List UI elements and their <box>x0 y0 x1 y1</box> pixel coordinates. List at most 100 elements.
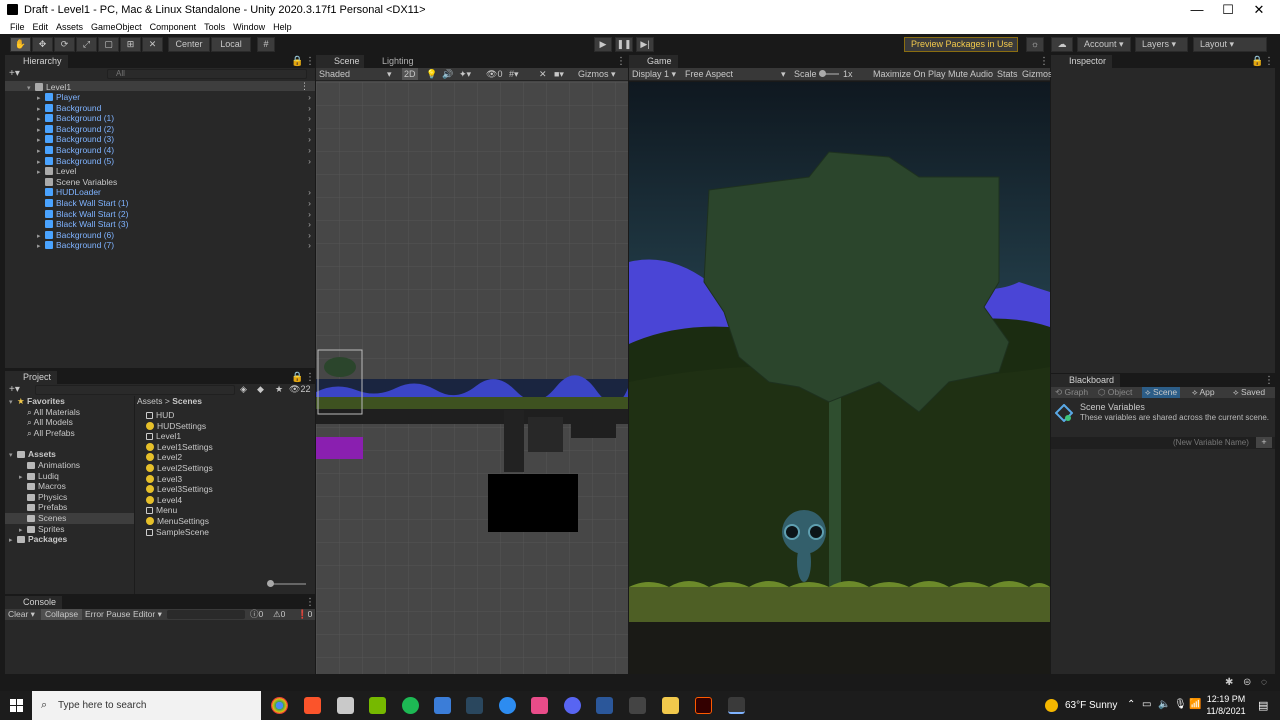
brave-icon[interactable] <box>304 697 321 714</box>
audio-toggle-icon[interactable]: 🔊 <box>442 68 453 80</box>
hidden-objects-icon[interactable]: 👁0 <box>486 68 502 80</box>
hierarchy-item[interactable]: ▸ Player › <box>5 92 315 103</box>
scope-tab-graph[interactable]: ⟲ Graph <box>1055 387 1088 398</box>
asset-folder-item[interactable]: Scenes <box>5 513 134 524</box>
menu-gameobject[interactable]: GameObject <box>87 20 146 34</box>
open-prefab-chevron-icon[interactable]: › <box>308 209 311 220</box>
clock-date[interactable]: 11/8/2021 <box>1206 706 1246 716</box>
scene-file-item[interactable]: MenuSettings <box>146 516 209 527</box>
aspect-dropdown[interactable]: Free Aspect <box>685 68 733 80</box>
display-dropdown[interactable]: Display 1 ▾ <box>632 68 676 80</box>
assets-header[interactable]: ▾ Assets <box>9 449 56 460</box>
open-prefab-chevron-icon[interactable]: › <box>308 219 311 230</box>
favorite-item[interactable]: ⌕ All Prefabs <box>27 428 75 439</box>
lock-icon[interactable]: 🔒 <box>291 56 303 67</box>
hierarchy-item[interactable]: ▸ Background (7) › <box>5 240 315 251</box>
panel-menu-icon[interactable]: ⋮ <box>305 56 315 67</box>
favorites-header[interactable]: ▾ ★ Favorites <box>9 396 65 407</box>
clock-time[interactable]: 12:19 PM <box>1206 694 1246 704</box>
breadcrumb-scenes[interactable]: Scenes <box>172 396 202 406</box>
hierarchy-item[interactable]: ▸ Background (2) › <box>5 124 315 135</box>
panel-menu-icon[interactable]: ⋮ <box>616 56 626 67</box>
pivot-local-button[interactable]: Local <box>211 37 251 52</box>
open-prefab-chevron-icon[interactable]: › <box>308 145 311 156</box>
collapse-button[interactable]: Collapse <box>41 609 83 620</box>
rotate-tool-icon[interactable]: ⟳ <box>54 37 75 52</box>
panel-menu-icon[interactable]: ⋮ <box>305 372 315 383</box>
warning-count-toggle[interactable]: ⚠0 <box>273 609 285 620</box>
lighting-toggle-icon[interactable]: 💡 <box>426 68 437 80</box>
progress-icon[interactable]: ⊜ <box>1243 677 1251 688</box>
hierarchy-item[interactable]: HUDLoader › <box>5 187 315 198</box>
scale-slider-handle[interactable] <box>819 70 826 77</box>
scene-file-item[interactable]: HUDSettings <box>146 421 206 432</box>
open-prefab-chevron-icon[interactable]: › <box>308 240 311 251</box>
open-prefab-chevron-icon[interactable]: › <box>308 124 311 135</box>
hierarchy-item[interactable]: Black Wall Start (3) › <box>5 219 315 230</box>
minimize-button[interactable]: — <box>1181 0 1213 20</box>
step-button-icon[interactable]: ▶| <box>636 37 654 52</box>
scene-file-item[interactable]: SampleScene <box>146 527 209 538</box>
favorite-star-icon[interactable]: ★ <box>275 384 283 395</box>
error-count-toggle[interactable]: ❗0 <box>297 609 312 620</box>
tab-game[interactable]: Game <box>629 55 678 68</box>
favorite-item[interactable]: ⌕ All Models <box>27 417 73 428</box>
tab-scene[interactable]: Scene <box>316 55 366 68</box>
preview-packages-dropdown[interactable]: Preview Packages in Use ▾ <box>904 37 1018 62</box>
maximize-button[interactable]: ☐ <box>1212 0 1244 20</box>
asset-folder-item[interactable]: ▸ Ludiq <box>5 471 134 482</box>
effects-toggle-icon[interactable]: ✦▾ <box>459 68 471 80</box>
scene-file-item[interactable]: Level2 <box>146 452 182 463</box>
transform-tool-icon[interactable]: ⊞ <box>120 37 141 52</box>
tab-blackboard[interactable]: Blackboard <box>1051 374 1121 387</box>
open-prefab-chevron-icon[interactable]: › <box>308 187 311 198</box>
lock-icon[interactable]: 🔒 <box>291 372 303 383</box>
menu-assets[interactable]: Assets <box>52 20 87 34</box>
weather-text[interactable]: 63°F Sunny <box>1065 700 1117 711</box>
mute-audio-toggle[interactable]: Mute Audio <box>948 68 993 80</box>
wifi-icon[interactable]: 📶 <box>1189 699 1201 710</box>
breadcrumb-assets[interactable]: Assets <box>137 396 163 406</box>
grid-snap-icon[interactable]: # <box>257 37 275 52</box>
open-prefab-chevron-icon[interactable]: › <box>308 103 311 114</box>
open-prefab-chevron-icon[interactable]: › <box>308 156 311 167</box>
hierarchy-item[interactable]: ▸ Background › <box>5 103 315 114</box>
project-search-input[interactable] <box>35 385 235 395</box>
windows-start-icon[interactable] <box>10 699 23 712</box>
steam-icon[interactable] <box>466 697 483 714</box>
scope-tab-app[interactable]: ⟡ App <box>1192 387 1215 398</box>
tab-project[interactable]: Project <box>5 371 58 384</box>
tab-console[interactable]: Console <box>5 596 63 609</box>
cloud-services-icon[interactable]: ☼ <box>1026 37 1044 52</box>
hierarchy-item[interactable]: ▸ Background (4) › <box>5 145 315 156</box>
hidden-packages-count[interactable]: 👁22 <box>289 384 310 395</box>
tools-icon[interactable]: ✕ <box>539 68 547 80</box>
pause-button-icon[interactable]: ❚❚ <box>615 37 633 52</box>
new-variable-input[interactable]: (New Variable Name) <box>1173 438 1249 447</box>
hierarchy-item[interactable]: ▸ Level <box>5 166 315 177</box>
app-icon[interactable] <box>337 697 354 714</box>
hierarchy-item[interactable]: Black Wall Start (1) › <box>5 198 315 209</box>
scene-file-item[interactable]: Level3 <box>146 474 182 485</box>
menu-help[interactable]: Help <box>269 20 296 34</box>
expand-arrow-icon[interactable]: ▸ <box>37 241 45 252</box>
nvidia-icon[interactable] <box>369 697 386 714</box>
hierarchy-search-input[interactable]: All <box>107 69 307 79</box>
layers-dropdown[interactable]: Layers ▾ <box>1135 37 1188 52</box>
filter-type-icon[interactable]: ◈ <box>240 384 247 395</box>
shading-dropdown[interactable]: Shaded <box>319 68 350 80</box>
open-prefab-chevron-icon[interactable]: › <box>308 198 311 209</box>
zoom-slider-handle[interactable] <box>267 580 274 587</box>
rect-tool-icon[interactable]: ▢ <box>98 37 119 52</box>
scope-tab-scene[interactable]: ⟡ Scene <box>1142 387 1181 398</box>
scene-file-item[interactable]: Level4 <box>146 495 182 506</box>
open-prefab-chevron-icon[interactable]: › <box>308 230 311 241</box>
scene-canvas[interactable] <box>316 82 628 674</box>
panel-menu-icon[interactable]: ⋮ <box>1264 56 1274 67</box>
maximize-on-play-toggle[interactable]: Maximize On Play <box>873 68 946 80</box>
hand-tool-icon[interactable]: ✋ <box>10 37 31 52</box>
file-explorer-icon[interactable] <box>662 697 679 714</box>
discord-icon[interactable] <box>564 697 581 714</box>
expand-arrow-icon[interactable]: ▾ <box>27 84 35 92</box>
add-variable-button[interactable]: + <box>1256 437 1272 448</box>
